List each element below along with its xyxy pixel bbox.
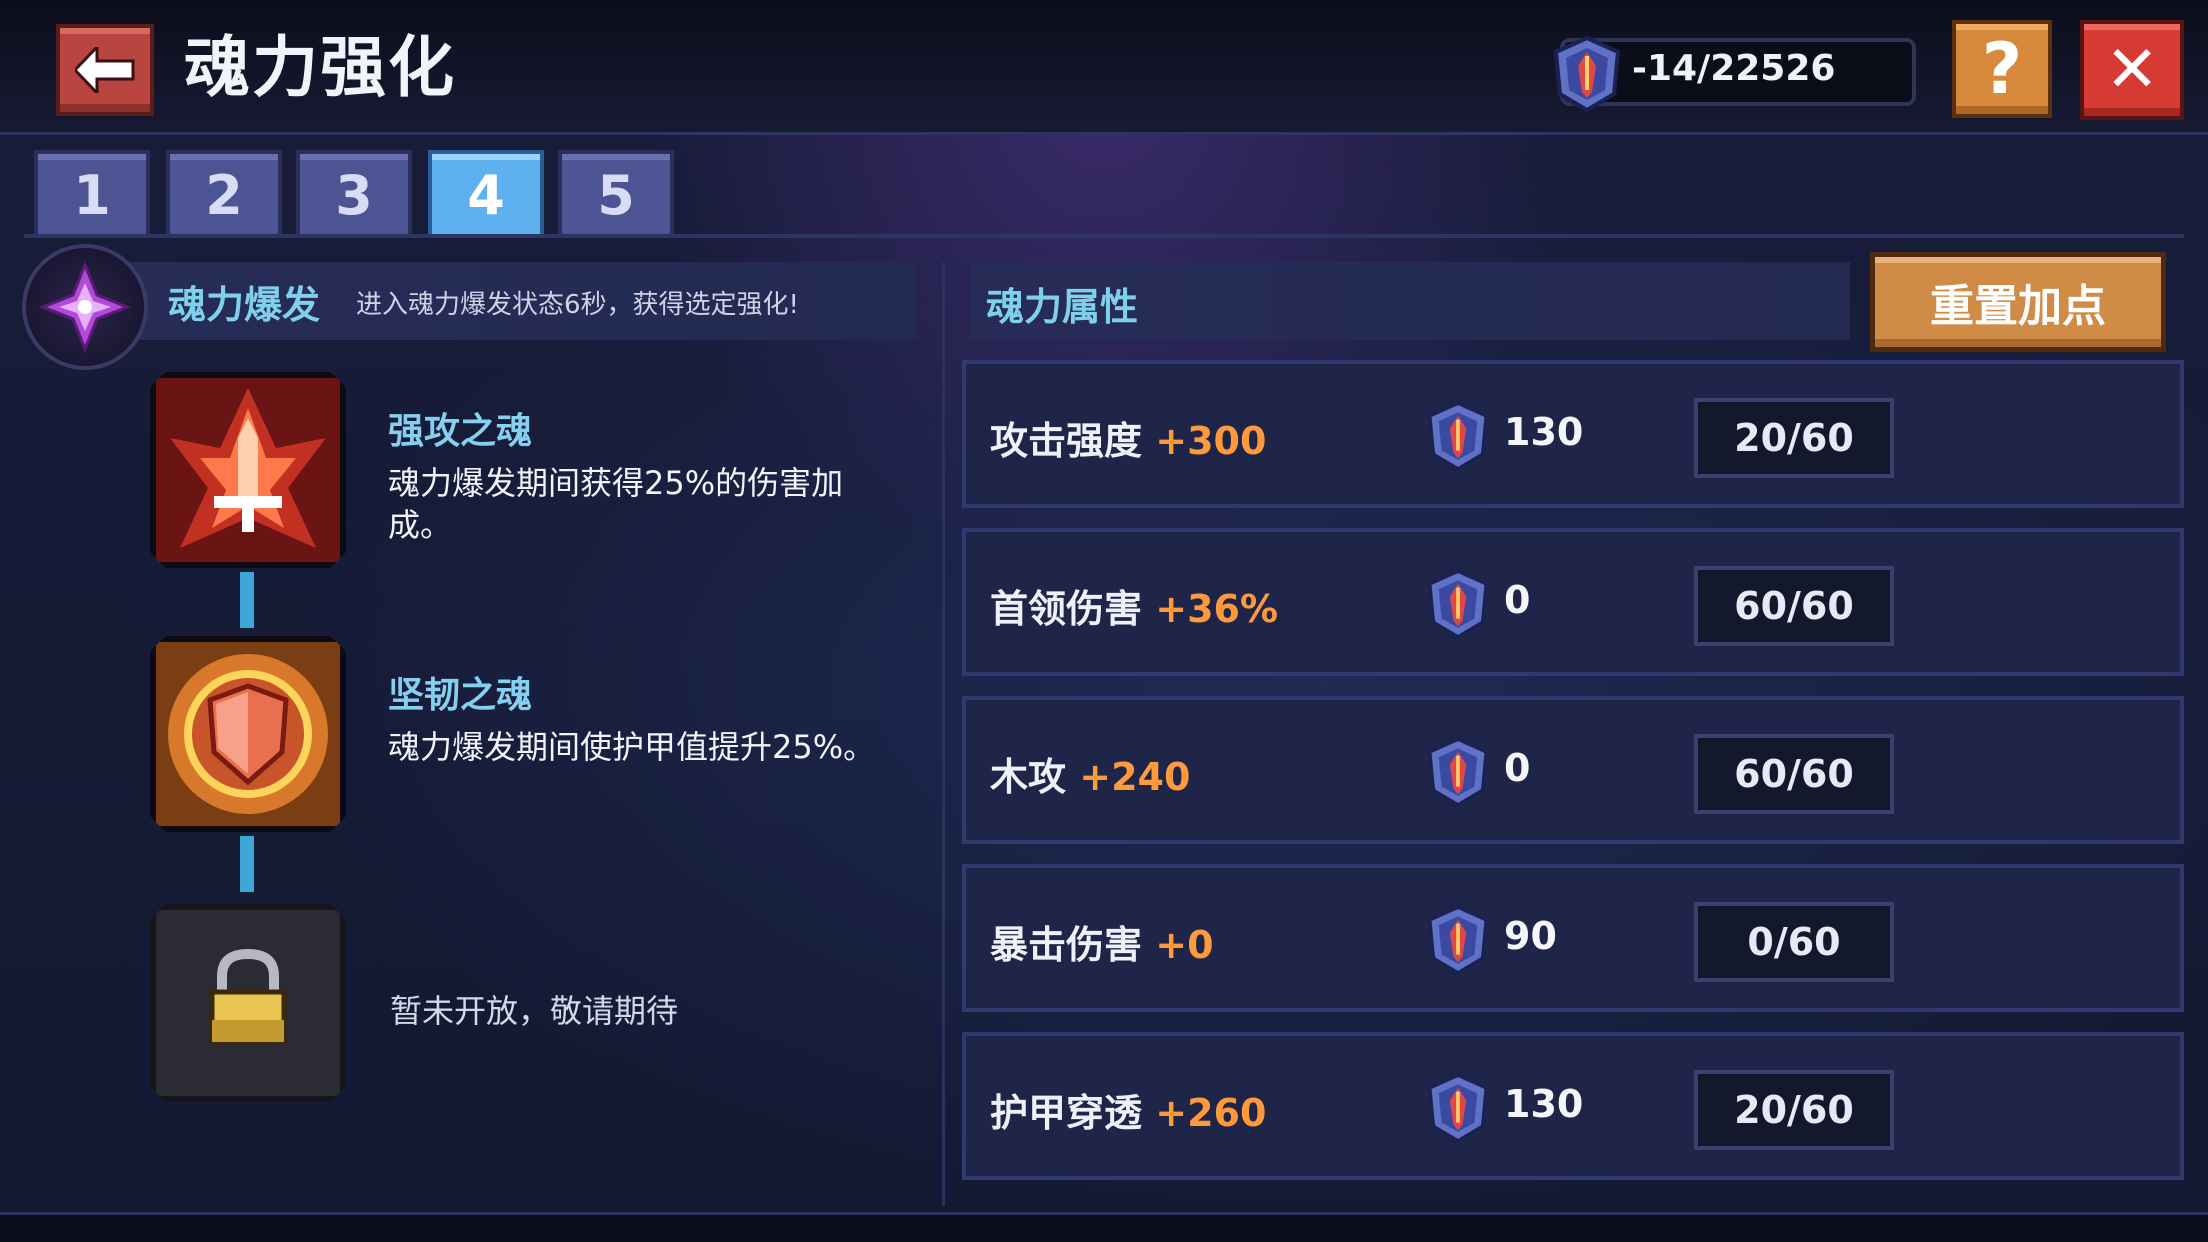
attribute-bonus: +36% bbox=[1155, 587, 1279, 631]
arrow-left-icon bbox=[75, 47, 135, 93]
skill-locked bbox=[150, 904, 346, 1102]
burst-description: 进入魂力爆发状态6秒，获得选定强化! bbox=[356, 290, 799, 320]
attribute-cost: 0 bbox=[1504, 578, 1531, 622]
skill-name: 强攻之魂 bbox=[388, 411, 533, 452]
attribute-name: 护甲穿透 +260 bbox=[990, 1091, 1267, 1135]
attribute-name: 暴击伤害 +0 bbox=[990, 923, 1214, 967]
shield-icon bbox=[156, 642, 340, 826]
attribute-level: 0/60 bbox=[1694, 902, 1894, 982]
soul-gem-icon bbox=[1427, 1073, 1489, 1144]
currency-value: -14/22526 bbox=[1632, 48, 1836, 89]
tab-4[interactable]: 4 bbox=[428, 150, 544, 236]
tab-5[interactable]: 5 bbox=[558, 150, 674, 236]
attribute-bonus: +240 bbox=[1079, 755, 1191, 799]
skill-strong-attack[interactable] bbox=[150, 372, 346, 568]
tab-1[interactable]: 1 bbox=[34, 150, 150, 236]
skill-name: 坚韧之魂 bbox=[388, 675, 533, 716]
soul-gem-icon bbox=[1427, 569, 1489, 640]
attribute-row[interactable]: 攻击强度 +300 130 20/60 bbox=[962, 360, 2184, 508]
attribute-level: 60/60 bbox=[1694, 566, 1894, 646]
skill-description: 魂力爆发期间使护甲值提升25%。 bbox=[388, 728, 876, 766]
panel-divider bbox=[942, 262, 945, 1206]
skill-connector bbox=[240, 836, 254, 892]
tab-3[interactable]: 3 bbox=[296, 150, 412, 236]
attribute-level: 60/60 bbox=[1694, 734, 1894, 814]
attribute-level: 20/60 bbox=[1694, 398, 1894, 478]
attribute-bonus: +300 bbox=[1155, 419, 1267, 463]
attribute-cost: 130 bbox=[1504, 410, 1584, 454]
locked-message: 暂未开放，敬请期待 bbox=[390, 992, 679, 1030]
skill-description: 魂力爆发期间获得25%的伤害加成。 bbox=[388, 464, 844, 544]
tabs-divider bbox=[24, 234, 2184, 238]
skill-connector bbox=[240, 572, 254, 628]
attribute-row[interactable]: 首领伤害 +36% 0 60/60 bbox=[962, 528, 2184, 676]
soul-gem-icon bbox=[1427, 401, 1489, 472]
close-button[interactable]: ✕ bbox=[2080, 20, 2184, 120]
attribute-row[interactable]: 护甲穿透 +260 130 20/60 bbox=[962, 1032, 2184, 1180]
tab-2[interactable]: 2 bbox=[166, 150, 282, 236]
attribute-row[interactable]: 木攻 +240 0 60/60 bbox=[962, 696, 2184, 844]
reset-points-button[interactable]: 重置加点 bbox=[1870, 252, 2166, 352]
burst-crystal-icon bbox=[22, 244, 148, 370]
back-button[interactable] bbox=[56, 24, 154, 116]
attribute-level: 20/60 bbox=[1694, 1070, 1894, 1150]
attribute-cost: 130 bbox=[1504, 1082, 1584, 1126]
soul-gem-icon bbox=[1553, 36, 1621, 112]
attribute-name: 攻击强度 +300 bbox=[990, 419, 1267, 463]
attributes-title: 魂力属性 bbox=[986, 285, 1139, 329]
attribute-bonus: +260 bbox=[1155, 1091, 1267, 1135]
soul-gem-icon bbox=[1427, 905, 1489, 976]
attribute-cost: 90 bbox=[1504, 914, 1557, 958]
attribute-name: 木攻 +240 bbox=[990, 755, 1191, 799]
burst-title: 魂力爆发 bbox=[168, 283, 321, 327]
soul-gem-icon bbox=[1427, 737, 1489, 808]
attribute-name: 首领伤害 +36% bbox=[990, 587, 1279, 631]
help-button[interactable]: ? bbox=[1952, 20, 2052, 118]
flame-sword-icon bbox=[156, 378, 340, 562]
attribute-bonus: +0 bbox=[1155, 923, 1214, 967]
bottom-bar bbox=[0, 1212, 2208, 1242]
skill-tough-soul[interactable] bbox=[150, 636, 346, 832]
page-title: 魂力强化 bbox=[184, 29, 456, 106]
lock-icon bbox=[209, 948, 287, 1045]
attribute-row[interactable]: 暴击伤害 +0 90 0/60 bbox=[962, 864, 2184, 1012]
attribute-cost: 0 bbox=[1504, 746, 1531, 790]
